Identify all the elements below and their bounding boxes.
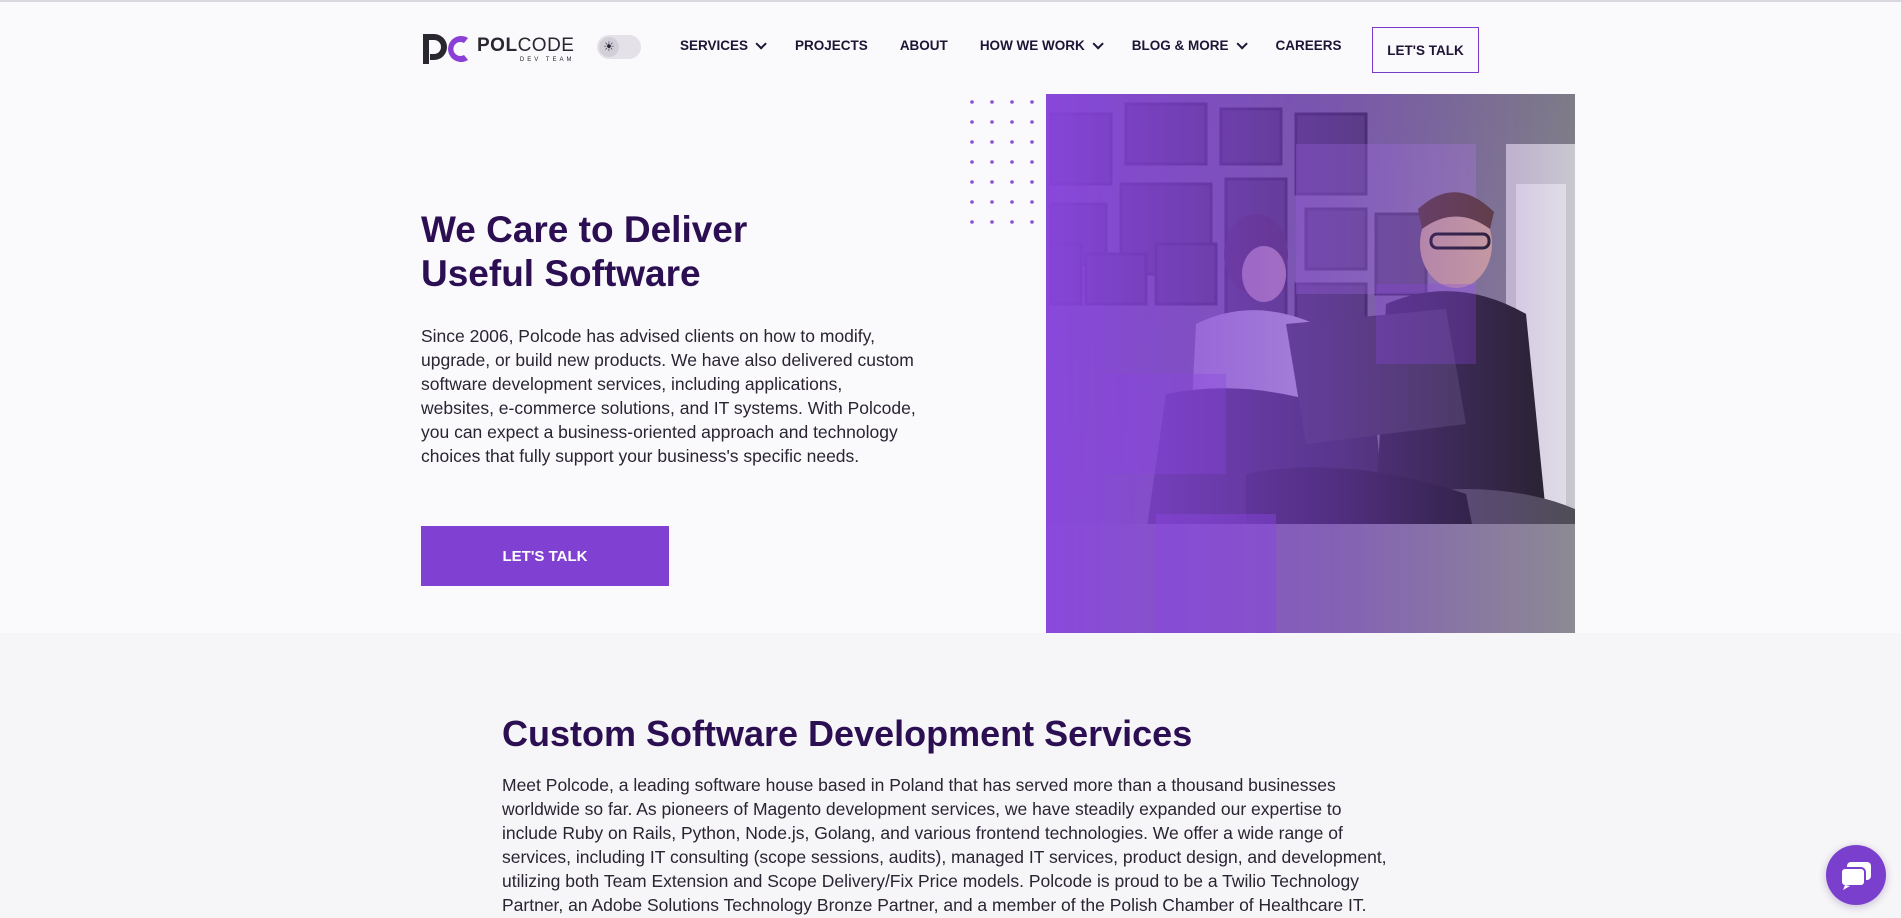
chevron-down-icon xyxy=(1236,37,1248,50)
sun-icon: ☀ xyxy=(599,37,619,57)
hero-title-line1: We Care to Deliver xyxy=(421,209,748,250)
header-lets-talk-button[interactable]: LET'S TALK xyxy=(1372,27,1479,73)
nav-item-careers[interactable]: CAREERS xyxy=(1276,38,1342,53)
logo-subtitle: DEV TEAM xyxy=(519,56,575,63)
hero-section: We Care to Deliver Useful Software Since… xyxy=(0,92,1901,633)
hero-lets-talk-button[interactable]: LET'S TALK xyxy=(421,526,669,586)
hero-photo-team-image xyxy=(1046,94,1575,633)
nav-item-label: BLOG & MORE xyxy=(1131,38,1229,53)
nav-item-how-we-work[interactable]: HOW WE WORK xyxy=(979,37,1104,53)
site-header: POLCODE DEV TEAM ☀ SERVICES PROJECTS ABO… xyxy=(0,2,1901,92)
dot-grid-decoration xyxy=(970,100,1034,224)
logo-word-bold: POL xyxy=(477,34,518,56)
logo-word-light: CODE xyxy=(517,34,575,56)
nav-item-services[interactable]: SERVICES xyxy=(680,37,767,53)
nav-item-label: PROJECTS xyxy=(795,38,868,53)
logo-wordmark: POLCODE DEV TEAM xyxy=(477,36,574,63)
services-description: Meet Polcode, a leading software house b… xyxy=(502,775,1387,915)
logo-word: POLCODE xyxy=(477,36,574,55)
nav-item-about[interactable]: ABOUT xyxy=(900,38,948,53)
nav-item-label: ABOUT xyxy=(899,38,948,53)
polcode-logo-mark-icon xyxy=(423,34,468,64)
chevron-down-icon xyxy=(755,37,767,50)
chat-bubble-icon xyxy=(1840,862,1871,890)
nav-item-label: HOW WE WORK xyxy=(979,38,1085,53)
nav-item-label: CAREERS xyxy=(1275,38,1342,53)
hero-title: We Care to Deliver Useful Software xyxy=(421,208,921,296)
chat-launcher-button[interactable] xyxy=(1826,845,1886,905)
theme-toggle[interactable]: ☀ xyxy=(597,35,641,59)
polcode-logo[interactable]: POLCODE DEV TEAM xyxy=(421,32,574,66)
hero-description: Since 2006, Polcode has advised clients … xyxy=(421,326,916,466)
services-title: Custom Software Development Services xyxy=(502,713,1193,754)
nav-item-projects[interactable]: PROJECTS xyxy=(795,38,868,53)
main-nav: SERVICES PROJECTS ABOUT HOW WE WORK BLOG… xyxy=(680,37,1374,53)
services-section: Custom Software Development Services Mee… xyxy=(0,633,1901,918)
nav-item-blog-more[interactable]: BLOG & MORE xyxy=(1131,37,1248,53)
nav-item-label: SERVICES xyxy=(680,38,749,53)
hero-title-line2: Useful Software xyxy=(421,253,701,294)
chevron-down-icon xyxy=(1092,37,1104,50)
